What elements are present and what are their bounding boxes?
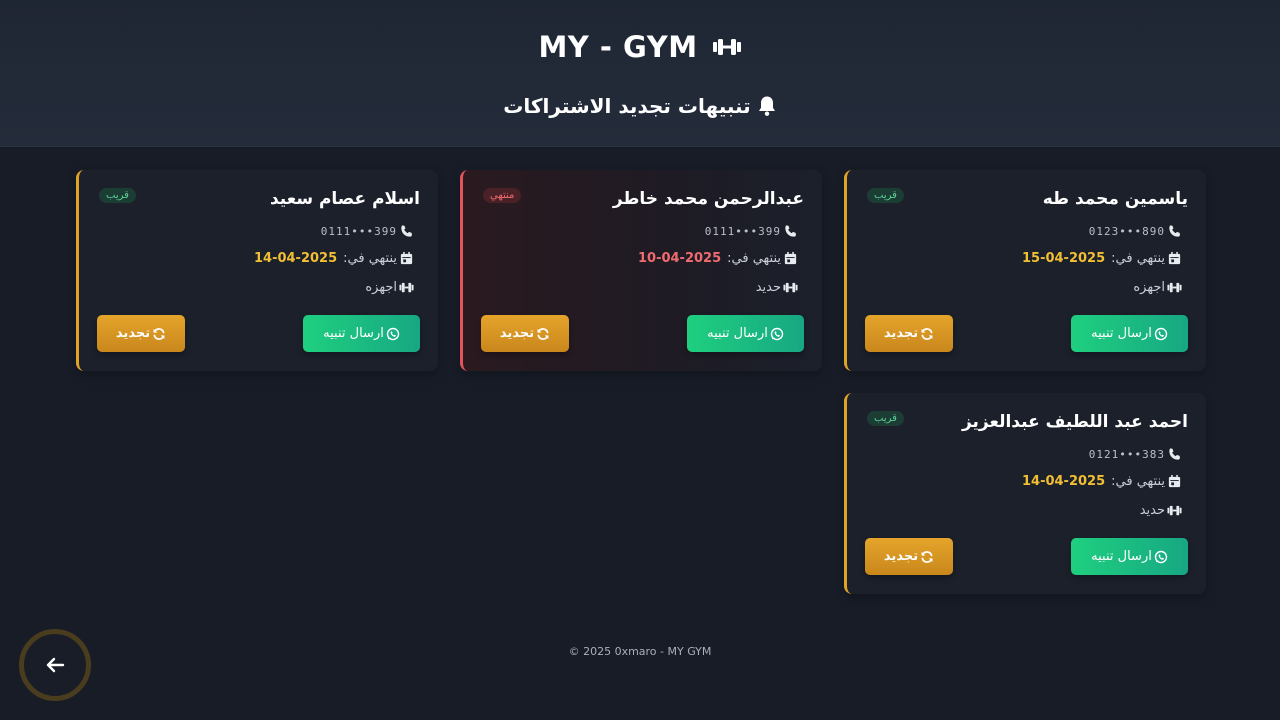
phone-icon <box>1169 448 1180 460</box>
end-date-row: ينتهي في: 14-04-2025 <box>1022 474 1182 489</box>
phone-number: 383•••0121 <box>1088 448 1165 461</box>
sync-icon <box>537 327 549 340</box>
member-card: ياسمين محمد طه قريب 890•••0123 ينتهي في: 15-… <box>844 170 1206 371</box>
back-button[interactable] <box>19 629 91 701</box>
phone-row: 399•••0111 <box>705 224 798 239</box>
page-header: MY - GYM تنبيهات تجديد الاشتراكات <box>0 0 1280 147</box>
sync-icon <box>153 327 165 340</box>
end-date-value: 15-04-2025 <box>1021 251 1106 266</box>
phone-icon <box>401 225 412 237</box>
footer: © 2025 0xmaro - MY GYM <box>0 645 1280 658</box>
footer-text: © 2025 0xmaro - MY GYM <box>568 645 712 658</box>
whatsapp-icon <box>770 327 784 340</box>
send-alert-button[interactable]: ارسال تنبيه <box>1071 315 1188 352</box>
phone-number: 399•••0111 <box>320 225 397 238</box>
calendar-icon <box>1168 474 1181 488</box>
dumbbell-icon <box>1167 282 1182 293</box>
subscription-type-row: اجهزه <box>365 280 414 295</box>
calendar-icon <box>1168 251 1181 265</box>
subscription-type-row: حديد <box>756 280 798 295</box>
phone-row: 383•••0121 <box>1089 447 1182 462</box>
renew-label: تجديد <box>499 326 535 341</box>
member-name: اسلام عصام سعيد <box>269 189 420 209</box>
sync-icon <box>921 327 933 340</box>
send-alert-label: ارسال تنبيه <box>707 326 768 341</box>
member-name: ياسمين محمد طه <box>1042 189 1188 209</box>
end-date-row: ينتهي في: 15-04-2025 <box>1022 251 1182 266</box>
subscription-type-row: حديد <box>1140 503 1182 518</box>
sync-icon <box>921 550 933 563</box>
phone-number: 890•••0123 <box>1088 225 1165 238</box>
renew-label: تجديد <box>115 326 151 341</box>
brand-title: MY - GYM <box>538 30 698 64</box>
dumbbell-icon <box>399 282 414 293</box>
renew-button[interactable]: تجديد <box>97 315 185 352</box>
calendar-icon <box>400 251 413 265</box>
renew-button[interactable]: تجديد <box>865 315 953 352</box>
end-date-label: ينتهي في: <box>1111 251 1165 266</box>
send-alert-label: ارسال تنبيه <box>1091 549 1152 564</box>
member-card: عبدالرحمن محمد خاطر منتهي 399•••0111 ينتهي … <box>460 170 822 371</box>
send-alert-label: ارسال تنبيه <box>1091 326 1152 341</box>
subscription-type: اجهزه <box>1133 280 1165 295</box>
bell-icon <box>758 96 775 116</box>
end-date-label: ينتهي في: <box>1111 474 1165 489</box>
phone-number: 399•••0111 <box>704 225 781 238</box>
end-date-label: ينتهي في: <box>727 251 781 266</box>
member-card: اسلام عصام سعيد قريب 399•••0111 ينتهي في: 14… <box>76 170 438 371</box>
send-alert-label: ارسال تنبيه <box>323 326 384 341</box>
phone-icon <box>1169 225 1180 237</box>
subscription-type: حديد <box>755 280 781 295</box>
page-title: تنبيهات تجديد الاشتراكات <box>0 94 1280 118</box>
send-alert-button[interactable]: ارسال تنبيه <box>1071 538 1188 575</box>
phone-icon <box>785 225 796 237</box>
status-badge: منتهي <box>483 188 522 203</box>
end-date-value: 14-04-2025 <box>253 251 338 266</box>
end-date-row: ينتهي في: 14-04-2025 <box>254 251 414 266</box>
status-badge: قريب <box>867 188 904 203</box>
subscription-type: اجهزه <box>365 280 397 295</box>
member-name: عبدالرحمن محمد خاطر <box>612 189 804 209</box>
whatsapp-icon <box>386 327 400 340</box>
calendar-icon <box>784 251 797 265</box>
subscription-type-row: اجهزه <box>1133 280 1182 295</box>
end-date-row: ينتهي في: 10-04-2025 <box>638 251 798 266</box>
page-title-text: تنبيهات تجديد الاشتراكات <box>503 94 751 118</box>
end-date-label: ينتهي في: <box>343 251 397 266</box>
dumbbell-icon <box>712 39 741 55</box>
whatsapp-icon <box>1154 550 1168 563</box>
end-date-value: 14-04-2025 <box>1021 474 1106 489</box>
renew-label: تجديد <box>883 549 919 564</box>
renew-button[interactable]: تجديد <box>481 315 569 352</box>
subscription-type: حديد <box>1139 503 1165 518</box>
brand: MY - GYM <box>0 30 1280 64</box>
member-name: احمد عبد اللطيف عبدالعزيز <box>961 412 1188 432</box>
phone-row: 399•••0111 <box>321 224 414 239</box>
arrow-left-icon <box>46 657 65 673</box>
status-badge: قريب <box>99 188 136 203</box>
dumbbell-icon <box>783 282 798 293</box>
member-card: احمد عبد اللطيف عبدالعزيز قريب 383•••0121 ي… <box>844 393 1206 594</box>
renew-label: تجديد <box>883 326 919 341</box>
whatsapp-icon <box>1154 327 1168 340</box>
send-alert-button[interactable]: ارسال تنبيه <box>687 315 804 352</box>
send-alert-button[interactable]: ارسال تنبيه <box>303 315 420 352</box>
dumbbell-icon <box>1167 505 1182 516</box>
end-date-value: 10-04-2025 <box>637 251 722 266</box>
status-badge: قريب <box>867 411 904 426</box>
renew-button[interactable]: تجديد <box>865 538 953 575</box>
phone-row: 890•••0123 <box>1089 224 1182 239</box>
